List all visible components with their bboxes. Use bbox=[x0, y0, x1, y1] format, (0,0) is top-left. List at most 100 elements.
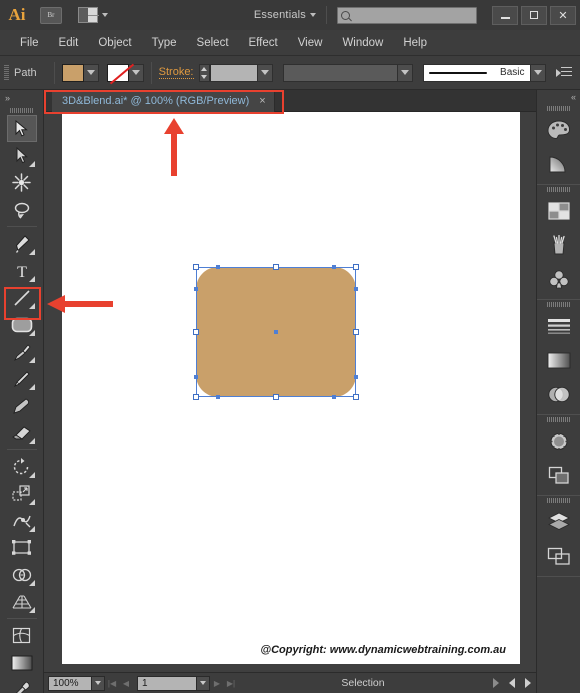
chevron-down-icon[interactable] bbox=[310, 13, 316, 17]
selection-tool[interactable] bbox=[6, 115, 37, 142]
transparency-panel-button[interactable] bbox=[537, 377, 580, 411]
status-menu-button[interactable] bbox=[488, 676, 504, 691]
stroke-panel-button[interactable] bbox=[537, 309, 580, 343]
rotate-tool[interactable] bbox=[7, 453, 37, 480]
width-warp-tool[interactable] bbox=[7, 507, 37, 534]
next-artboard-button[interactable]: ▶ bbox=[210, 676, 224, 691]
tools-panel-grip[interactable] bbox=[0, 106, 43, 115]
color-panel-button[interactable] bbox=[537, 113, 580, 147]
control-bar-grip[interactable] bbox=[4, 64, 9, 81]
graphic-styles-panel-button[interactable] bbox=[537, 458, 580, 492]
last-artboard-button[interactable]: ▶| bbox=[224, 676, 238, 691]
free-transform-tool[interactable] bbox=[7, 534, 37, 561]
search-icon bbox=[341, 10, 350, 20]
type-tool[interactable]: T bbox=[7, 257, 37, 284]
tool-submenu-indicator bbox=[28, 357, 35, 363]
artboard-number-field[interactable]: 1 bbox=[137, 675, 197, 691]
stroke-swatch-none[interactable] bbox=[106, 63, 129, 82]
line-segment-tool[interactable] bbox=[7, 284, 37, 311]
eraser-tool[interactable] bbox=[7, 419, 37, 446]
zoom-level-dropdown[interactable] bbox=[92, 675, 105, 691]
artboard[interactable]: @Copyright: www.dynamicwebtraining.com.a… bbox=[62, 112, 520, 664]
fill-dropdown-button[interactable] bbox=[83, 63, 99, 82]
menu-select[interactable]: Select bbox=[187, 30, 239, 56]
tool-submenu-indicator bbox=[28, 499, 35, 505]
menu-edit[interactable]: Edit bbox=[49, 30, 89, 56]
swatches-panel-button[interactable] bbox=[537, 194, 580, 228]
tool-submenu-indicator bbox=[28, 330, 35, 336]
close-icon[interactable]: × bbox=[259, 95, 265, 107]
dock-group-layers bbox=[537, 496, 580, 577]
stroke-weight-label[interactable]: Stroke: bbox=[158, 66, 194, 79]
go-to-bridge-button[interactable]: Br bbox=[40, 6, 62, 24]
dock-group-appearance bbox=[537, 415, 580, 496]
panel-menu-icon[interactable] bbox=[556, 66, 572, 80]
canvas-area[interactable]: @Copyright: www.dynamicwebtraining.com.a… bbox=[44, 112, 536, 672]
perspective-grid-tool[interactable] bbox=[7, 588, 37, 615]
close-button[interactable]: ✕ bbox=[550, 5, 576, 25]
menu-effect[interactable]: Effect bbox=[239, 30, 288, 56]
direct-selection-tool[interactable] bbox=[7, 142, 37, 169]
dock-group-grip[interactable] bbox=[537, 496, 580, 505]
workspace-switcher[interactable]: Essentials bbox=[254, 9, 306, 21]
gradient-panel-button[interactable] bbox=[537, 343, 580, 377]
menu-file[interactable]: File bbox=[10, 30, 49, 56]
brushes-panel-button[interactable] bbox=[537, 228, 580, 262]
scale-tool[interactable] bbox=[7, 480, 37, 507]
shape-builder-tool[interactable] bbox=[7, 561, 37, 588]
panel-dock: « bbox=[536, 90, 580, 693]
dock-group-grip[interactable] bbox=[537, 185, 580, 194]
blob-brush-tool[interactable] bbox=[7, 392, 37, 419]
symbols-panel-button[interactable] bbox=[537, 262, 580, 296]
tool-divider bbox=[6, 449, 37, 450]
color-guide-panel-button[interactable] bbox=[537, 147, 580, 181]
stroke-color-control[interactable] bbox=[106, 63, 144, 82]
rounded-rectangle-tool[interactable] bbox=[7, 311, 37, 338]
layers-panel-button[interactable] bbox=[537, 505, 580, 539]
arrange-documents-button[interactable] bbox=[78, 7, 108, 23]
stroke-profile-dropdown[interactable] bbox=[397, 63, 413, 82]
dock-group-grip[interactable] bbox=[537, 300, 580, 309]
fill-swatch[interactable] bbox=[61, 63, 84, 82]
double-chevron-right-icon: » bbox=[5, 93, 10, 103]
next-screen-button[interactable] bbox=[520, 676, 536, 691]
magic-wand-tool[interactable] bbox=[7, 169, 37, 196]
previous-artboard-button[interactable]: ◀ bbox=[119, 676, 133, 691]
artboard-number-dropdown[interactable] bbox=[197, 675, 210, 691]
menu-help[interactable]: Help bbox=[393, 30, 437, 56]
mesh-tool[interactable] bbox=[7, 622, 37, 649]
eyedropper-tool[interactable] bbox=[7, 676, 37, 693]
stroke-weight-stepper[interactable] bbox=[198, 63, 210, 82]
stroke-weight-field[interactable] bbox=[209, 63, 258, 82]
previous-screen-button[interactable] bbox=[504, 676, 520, 691]
brush-definition-dropdown[interactable] bbox=[530, 63, 546, 82]
maximize-button[interactable] bbox=[521, 5, 547, 25]
selection-handle-bottom-center bbox=[273, 394, 279, 400]
menu-object[interactable]: Object bbox=[88, 30, 141, 56]
stroke-profile-field[interactable] bbox=[282, 63, 398, 82]
dock-collapse-button[interactable]: « bbox=[537, 90, 580, 104]
menu-window[interactable]: Window bbox=[332, 30, 393, 56]
menu-view[interactable]: View bbox=[288, 30, 333, 56]
selection-handle-top-center bbox=[273, 264, 279, 270]
dock-group-grip[interactable] bbox=[537, 104, 580, 113]
menu-type[interactable]: Type bbox=[142, 30, 187, 56]
gradient-tool[interactable] bbox=[7, 649, 37, 676]
minimize-button[interactable] bbox=[492, 5, 518, 25]
first-artboard-button[interactable]: |◀ bbox=[105, 676, 119, 691]
artboards-panel-button[interactable] bbox=[537, 539, 580, 573]
stroke-weight-dropdown[interactable] bbox=[257, 63, 273, 82]
tools-panel-collapse-button[interactable]: » bbox=[0, 90, 43, 106]
appearance-panel-button[interactable] bbox=[537, 424, 580, 458]
search-input[interactable] bbox=[337, 6, 477, 24]
document-tab[interactable]: 3D&Blend.ai* @ 100% (RGB/Preview) × bbox=[52, 90, 275, 112]
fill-color-control[interactable] bbox=[61, 63, 99, 82]
lasso-tool[interactable] bbox=[7, 196, 37, 223]
pen-tool[interactable] bbox=[7, 230, 37, 257]
pencil-tool[interactable] bbox=[7, 365, 37, 392]
brush-definition-field[interactable]: Basic bbox=[422, 63, 531, 82]
dock-group-grip[interactable] bbox=[537, 415, 580, 424]
zoom-level-field[interactable]: 100% bbox=[48, 675, 92, 691]
tool-submenu-indicator bbox=[28, 580, 35, 586]
paintbrush-tool[interactable] bbox=[7, 338, 37, 365]
